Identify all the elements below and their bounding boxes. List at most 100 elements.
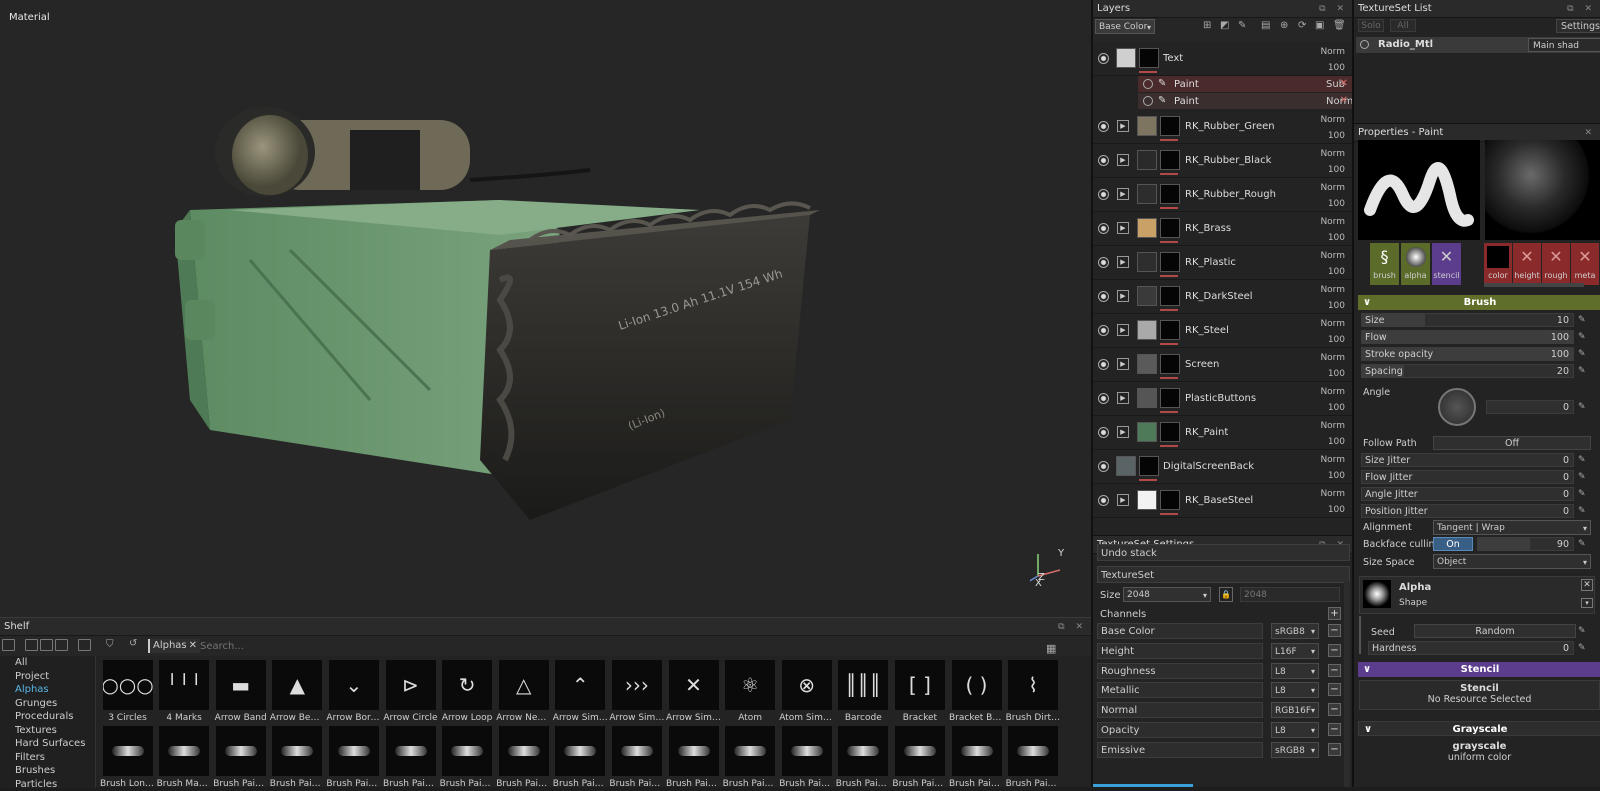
shelf-category-brushes[interactable]: Brushes [0,764,95,778]
layer-color-swatch[interactable] [1137,320,1157,340]
alpha-thumbnail-item[interactable]: Brush Paint ... [1006,726,1061,790]
size-space-dropdown[interactable]: Object [1433,554,1591,569]
layer-blend-mode[interactable]: Norm [1320,387,1345,397]
layer-blend-mode[interactable]: Norm [1320,115,1345,125]
position-jitter-slider[interactable]: Position Jitter0 [1361,504,1574,518]
layer-row[interactable]: ▶RK_BaseSteelNorm100 [1093,484,1354,518]
alpha-thumbnail-item[interactable]: Brush Paint ... [496,726,551,790]
panel-float-close-icons[interactable]: ⧉ ✕ [1319,0,1348,18]
layer-color-swatch[interactable] [1137,490,1157,510]
size-slider[interactable]: Size10 [1361,313,1574,327]
layer-opacity[interactable]: 100 [1328,199,1345,209]
hardness-slider[interactable]: Hardness0 [1368,641,1574,655]
alpha-thumbnail-item[interactable]: [ ]Bracket [892,660,947,724]
layer-row[interactable]: ▶RK_DarkSteelNorm100 [1093,280,1354,314]
visibility-icon[interactable] [1098,495,1109,506]
layer-mask-thumbnail[interactable] [1160,388,1180,408]
layer-opacity[interactable]: 100 [1328,165,1345,175]
layer-opacity[interactable]: 100 [1328,505,1345,515]
alpha-thumbnail-item[interactable]: ▬Arrow Band [213,660,268,724]
backface-culling-toggle[interactable]: On [1433,537,1473,551]
alpha-thumbnail-item[interactable]: ✕Arrow Simpl... [666,660,721,724]
layer-opacity[interactable]: 100 [1328,233,1345,243]
layer-blend-mode[interactable]: Norm [1320,421,1345,431]
layer-color-swatch[interactable] [1137,116,1157,136]
alpha-thumbnail-item[interactable]: △Arrow Negat... [496,660,551,724]
shelf-category-alphas[interactable]: Alphas [0,683,95,697]
layer-mask-thumbnail[interactable] [1160,252,1180,272]
filter-chip-alphas[interactable]: Alphas ✕ [148,639,200,653]
shelf-category-procedurals[interactable]: Procedurals [0,710,95,724]
layer-blend-mode[interactable]: Norm [1320,319,1345,329]
layer-opacity[interactable]: 100 [1328,63,1345,73]
shelf-category-filters[interactable]: Filters [0,751,95,765]
alpha-thumbnail-item[interactable]: Brush Paint ... [553,726,608,790]
alignment-dropdown[interactable]: Tangent | Wrap [1433,520,1591,535]
layer-mask-thumbnail[interactable] [1160,116,1180,136]
undo-stack-button[interactable]: Undo stack [1097,544,1350,561]
alpha-thumbnail-item[interactable]: Brush Paint ... [609,726,664,790]
remove-channel-icon[interactable]: − [1328,644,1341,657]
layer-mask-thumbnail[interactable] [1160,354,1180,374]
close-icon[interactable]: ✕ [1340,78,1348,89]
alpha-thumbnail-item[interactable]: ⌄Arrow Borde... [326,660,381,724]
alpha-thumbnail-item[interactable]: Brush Paint ... [213,726,268,790]
visibility-icon[interactable] [1143,96,1153,106]
brush-section-header[interactable]: ∨ Brush [1358,295,1600,310]
layer-row[interactable]: ▶RK_PaintNorm100 [1093,416,1354,450]
layer-mask-thumbnail[interactable] [1139,48,1159,68]
layer-row[interactable]: ▶RK_Rubber_GreenNorm100 [1093,110,1354,144]
layer-row[interactable]: ▶RK_Rubber_RoughNorm100 [1093,178,1354,212]
pen-pressure-icon[interactable]: ✎ [1578,402,1588,412]
layer-blend-mode[interactable]: Norm [1320,47,1345,57]
remove-channel-icon[interactable]: − [1328,683,1341,696]
folder-expand-icon[interactable]: ▶ [1117,222,1129,234]
shader-dropdown[interactable]: Main shad [1528,38,1600,52]
metal-channel-slot[interactable]: ✕meta [1571,243,1599,285]
layer-row[interactable]: ▶RK_Rubber_BlackNorm100 [1093,144,1354,178]
folder-expand-icon[interactable]: ▶ [1117,120,1129,132]
remove-channel-icon[interactable]: − [1328,664,1341,677]
brush-slot[interactable]: § brush [1370,243,1399,285]
visibility-icon[interactable] [1143,79,1153,89]
folder-expand-icon[interactable]: ▶ [1117,358,1129,370]
channel-format-dropdown[interactable]: RGB16F [1271,702,1319,718]
panel-float-close-icons[interactable]: ⧉ ✕ [1058,618,1087,636]
alpha-thumbnail-item[interactable]: ⌇Brush Dirty ... [1006,660,1061,724]
add-effect-icon[interactable]: ⊞ [1203,20,1211,31]
visibility-icon[interactable] [1098,257,1109,268]
layer-mask-thumbnail[interactable] [1160,150,1180,170]
alpha-thumbnail-item[interactable]: Brush Paint ... [892,726,947,790]
layer-blend-mode[interactable]: Norm [1320,353,1345,363]
remove-channel-icon[interactable]: − [1328,743,1341,756]
layer-row[interactable]: ▶RK_BrassNorm100 [1093,212,1354,246]
color-channel-slot[interactable]: color [1484,243,1512,285]
channel-format-dropdown[interactable]: L8 [1271,663,1319,679]
alpha-thumbnail-item[interactable]: Brush Maker [157,726,212,790]
visibility-icon[interactable] [1098,155,1109,166]
alpha-resource-card[interactable]: Alpha Shape ✕ ▾ [1359,576,1595,614]
folder-icon[interactable] [2,639,15,651]
delete-layer-icon[interactable]: 🗑 [1333,20,1346,31]
export-icon[interactable] [78,639,91,651]
size-jitter-slider[interactable]: Size Jitter0 [1361,453,1574,467]
layer-opacity[interactable]: 100 [1328,369,1345,379]
layer-opacity[interactable]: 100 [1328,437,1345,447]
folder-expand-icon[interactable]: ▶ [1117,426,1129,438]
folder-expand-icon[interactable]: ▶ [1117,256,1129,268]
alpha-thumbnail-item[interactable]: Brush Paint ... [836,726,891,790]
alpha-thumbnail-item[interactable]: Brush Paint ... [666,726,721,790]
alpha-thumbnail-item[interactable]: ○○○3 Circles [100,660,155,724]
close-icon[interactable]: ✕ [1581,579,1593,591]
shelf-category-project[interactable]: Project [0,670,95,684]
alpha-thumbnail-item[interactable]: Brush Paint ... [440,726,495,790]
visibility-icon[interactable] [1098,121,1109,132]
angle-jitter-slider[interactable]: Angle Jitter0 [1361,487,1574,501]
shelf-category-hard-surfaces[interactable]: Hard Surfaces [0,737,95,751]
textureset-section[interactable]: TextureSet [1097,566,1350,583]
layer-opacity[interactable]: 100 [1328,403,1345,413]
instance-icon[interactable]: ⟳ [1298,20,1306,31]
3d-viewport[interactable]: Material Li-Ion 13.0 Ah 11.1V 154 Wh (Li… [0,0,1091,617]
add-folder-icon[interactable]: ▣ [1315,20,1324,31]
layer-color-swatch[interactable] [1137,184,1157,204]
